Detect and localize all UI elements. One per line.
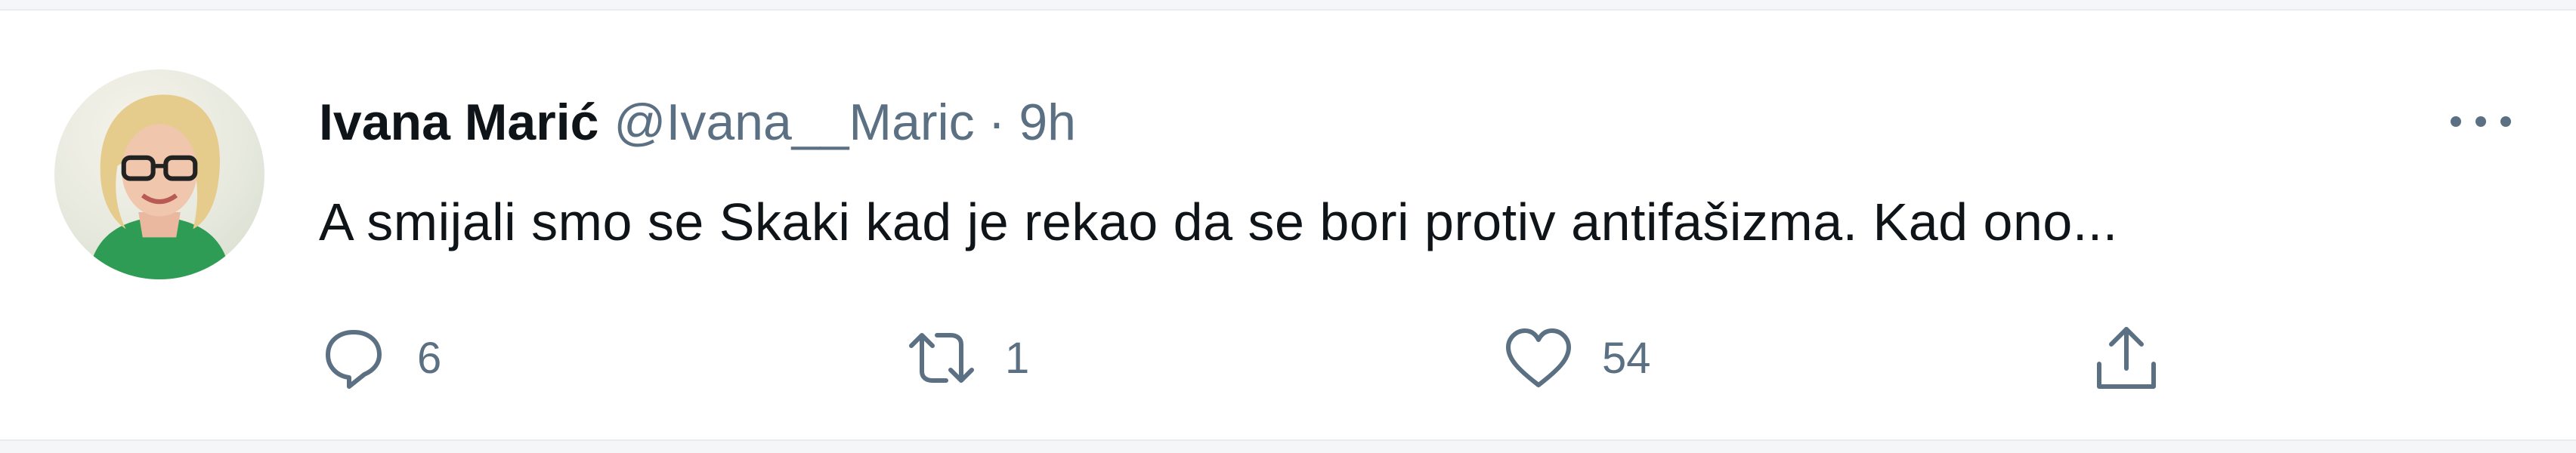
reply-count: 6	[417, 333, 442, 383]
more-options-button[interactable]	[2439, 95, 2522, 148]
retweet-count: 1	[1005, 333, 1030, 383]
author-handle[interactable]: @Ivana__Maric	[614, 85, 974, 160]
heart-icon	[1504, 323, 1573, 393]
share-button[interactable]	[2092, 316, 2161, 399]
like-count: 54	[1602, 333, 1651, 383]
retweet-button[interactable]: 1	[907, 316, 1029, 399]
more-horizontal-icon	[2451, 116, 2511, 127]
retweet-icon	[907, 323, 976, 393]
tweet-text: A smijali smo se Skaki kad je rekao da s…	[319, 193, 2118, 251]
tweet-actions: 6 1 54	[0, 316, 2576, 399]
like-button[interactable]: 54	[1504, 316, 1651, 399]
timestamp[interactable]: 9h	[1019, 85, 1076, 160]
avatar-photo	[88, 94, 231, 279]
reply-button[interactable]: 6	[319, 316, 441, 399]
tweet-card[interactable]: Ivana Marić @Ivana__Maric · 9h A smijali…	[0, 9, 2576, 441]
tweet-header: Ivana Marić @Ivana__Maric · 9h	[319, 85, 1076, 160]
header-separator: ·	[988, 94, 1006, 151]
reply-icon	[319, 323, 388, 393]
avatar[interactable]	[54, 69, 264, 279]
share-icon	[2092, 323, 2161, 393]
author-name[interactable]: Ivana Marić	[319, 85, 598, 160]
